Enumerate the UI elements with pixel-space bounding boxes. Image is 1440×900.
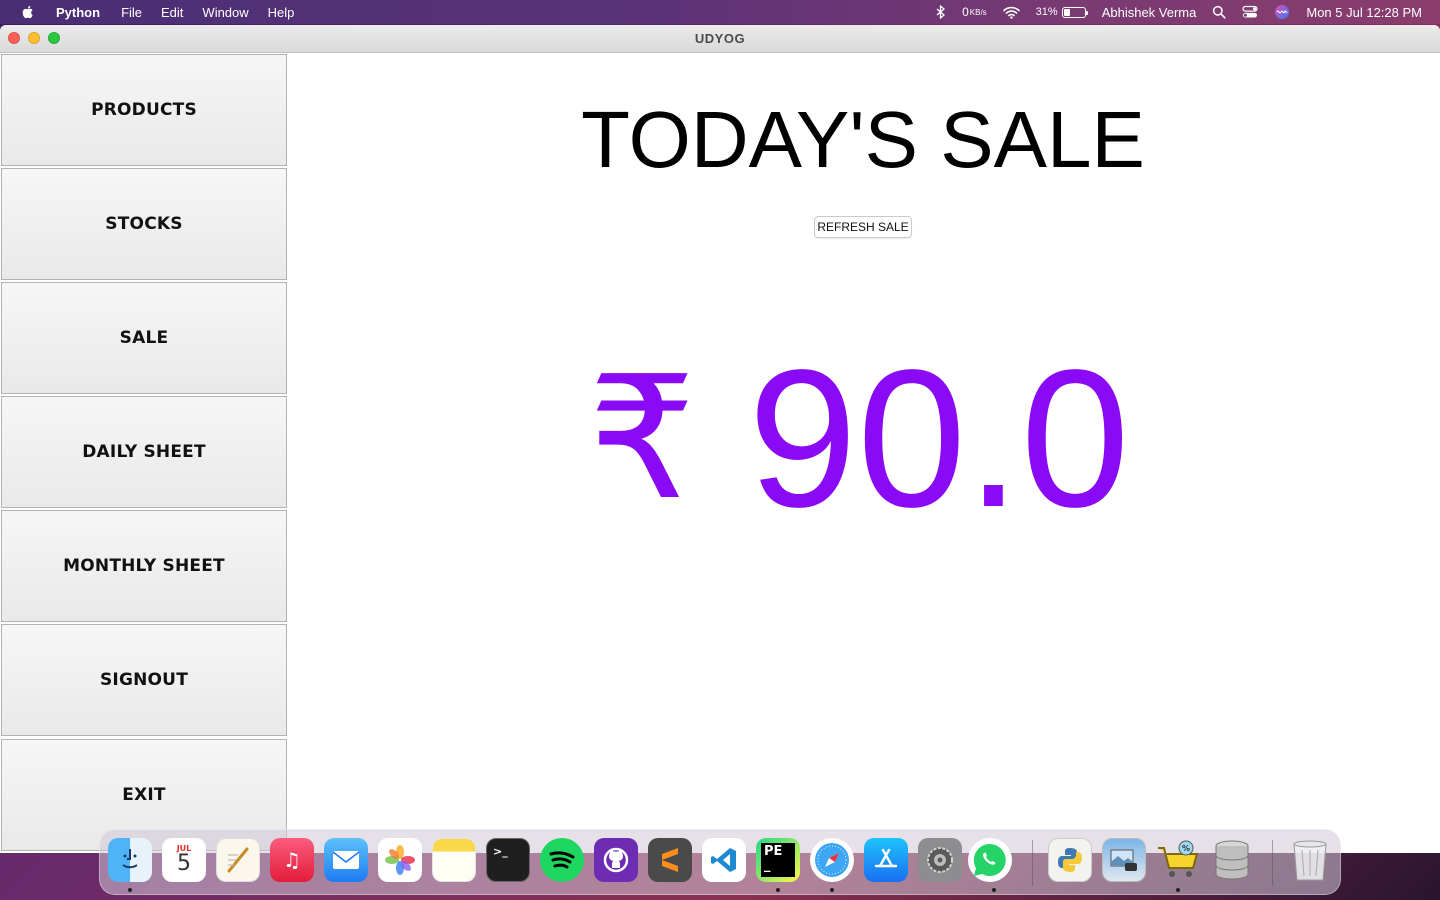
sidebar: PRODUCTS STOCKS SALE DAILY SHEET MONTHLY… — [0, 54, 288, 853]
battery-icon — [1061, 6, 1088, 18]
app-store-icon[interactable] — [864, 838, 908, 882]
bluetooth-icon[interactable] — [936, 5, 946, 19]
network-speed-value: 0 — [962, 5, 969, 19]
menu-bar: Python File Edit Window Help 0 KB/s 31% A… — [0, 0, 1440, 24]
signout-button[interactable]: SIGNOUT — [1, 624, 287, 736]
sale-button[interactable]: SALE — [1, 282, 287, 394]
finder-icon[interactable] — [108, 838, 152, 882]
calendar-day: 5 — [177, 850, 191, 876]
network-speed[interactable]: 0 KB/s — [962, 5, 987, 19]
products-button[interactable]: PRODUCTS — [1, 54, 287, 166]
page-title: TODAY'S SALE — [581, 95, 1145, 184]
safari-icon[interactable] — [810, 838, 854, 882]
menu-edit[interactable]: Edit — [161, 5, 183, 20]
running-indicator — [1176, 888, 1180, 892]
shop-cart-app-icon[interactable]: % — [1156, 838, 1200, 882]
running-indicator — [992, 888, 996, 892]
dock-separator — [1032, 840, 1033, 886]
clock[interactable]: Mon 5 Jul 12:28 PM — [1306, 5, 1422, 20]
window-title: UDYOG — [694, 31, 746, 46]
battery-status[interactable]: 31% — [1035, 6, 1088, 18]
pycharm-icon[interactable]: PE _ — [756, 838, 800, 882]
network-speed-unit: KB/s — [969, 7, 987, 17]
trash-icon[interactable] — [1288, 838, 1332, 882]
running-indicator — [128, 888, 132, 892]
menu-app-name[interactable]: Python — [56, 5, 100, 20]
main-panel: TODAY'S SALE REFRESH SALE ₹ 90.0 — [288, 54, 1440, 853]
music-icon[interactable]: ♫ — [270, 838, 314, 882]
system-preferences-icon[interactable] — [918, 838, 962, 882]
database-app-icon[interactable] — [1210, 838, 1254, 882]
wifi-icon[interactable] — [1002, 6, 1020, 19]
whatsapp-icon[interactable] — [968, 838, 1012, 882]
sale-total: ₹ 90.0 — [588, 339, 1130, 539]
siri-icon[interactable] — [1274, 4, 1290, 20]
sale-amount-value: 90.0 — [748, 329, 1130, 548]
menu-window[interactable]: Window — [202, 5, 248, 20]
calendar-icon[interactable]: JUL 5 — [162, 838, 206, 882]
title-bar[interactable]: UDYOG — [0, 25, 1440, 53]
menu-help[interactable]: Help — [268, 5, 295, 20]
battery-percent: 31% — [1035, 6, 1058, 18]
github-desktop-icon[interactable] — [594, 838, 638, 882]
menu-file[interactable]: File — [121, 5, 142, 20]
apple-menu-icon[interactable] — [20, 4, 36, 20]
textedit-icon[interactable] — [216, 838, 260, 882]
monthly-sheet-button[interactable]: MONTHLY SHEET — [1, 510, 287, 622]
notes-icon[interactable] — [432, 838, 476, 882]
svg-text:%: % — [1182, 844, 1190, 853]
stocks-button[interactable]: STOCKS — [1, 168, 287, 280]
python-launcher-icon[interactable] — [1048, 838, 1092, 882]
dock-separator — [1272, 840, 1273, 886]
vscode-icon[interactable] — [702, 838, 746, 882]
sublime-text-icon[interactable] — [648, 838, 692, 882]
rupee-symbol: ₹ — [588, 340, 697, 538]
photos-icon[interactable] — [378, 838, 422, 882]
refresh-sale-button[interactable]: REFRESH SALE — [814, 216, 912, 238]
app-window: UDYOG PRODUCTS STOCKS SALE DAILY SHEET M… — [0, 25, 1440, 853]
user-name[interactable]: Abhishek Verma — [1102, 5, 1197, 20]
running-indicator — [776, 888, 780, 892]
control-center-icon[interactable] — [1242, 5, 1258, 19]
daily-sheet-button[interactable]: DAILY SHEET — [1, 396, 287, 508]
terminal-icon[interactable]: >_ — [486, 838, 530, 882]
preview-icon[interactable] — [1102, 838, 1146, 882]
running-indicator — [830, 888, 834, 892]
mail-icon[interactable] — [324, 838, 368, 882]
dock: JUL 5 ♫ >_ PE _ % — [99, 829, 1341, 895]
spotlight-search-icon[interactable] — [1212, 5, 1226, 19]
spotify-icon[interactable] — [540, 838, 584, 882]
